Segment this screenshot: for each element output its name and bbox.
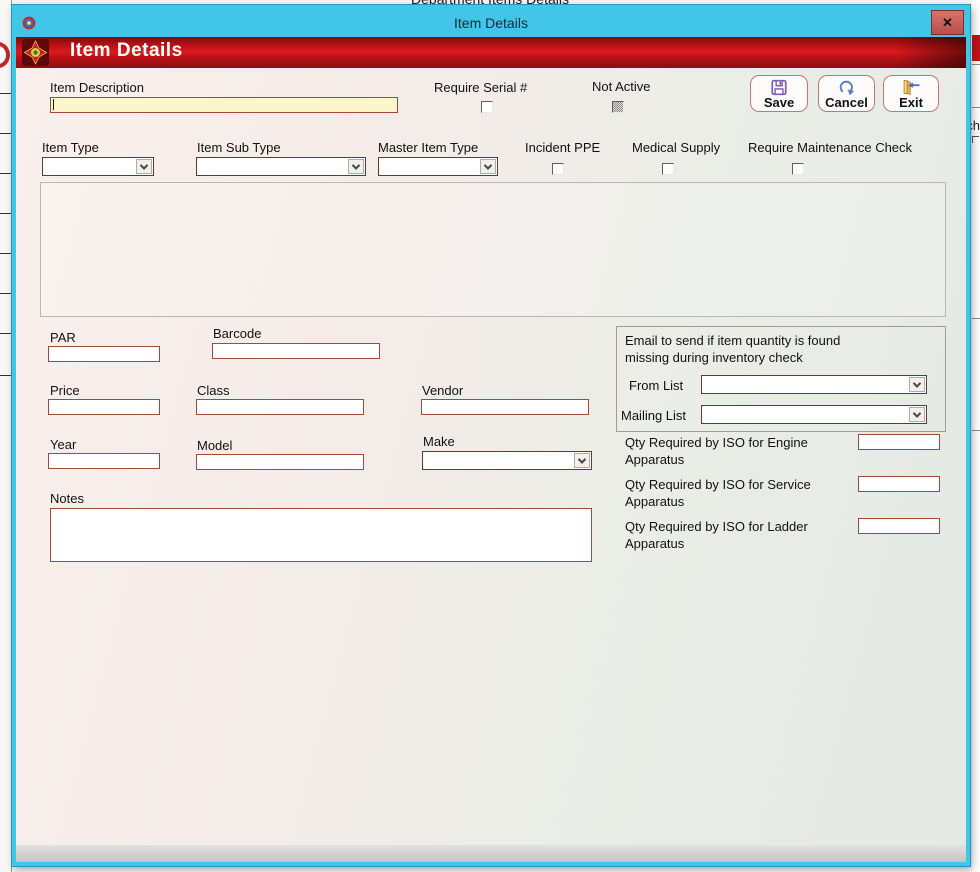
notes-textarea[interactable] xyxy=(50,508,592,562)
qty-service-label-line2: Apparatus xyxy=(625,494,684,509)
item-sub-type-label: Item Sub Type xyxy=(197,140,281,155)
from-list-dropdown[interactable] xyxy=(701,375,927,394)
year-label: Year xyxy=(50,437,76,452)
class-input[interactable] xyxy=(196,399,364,415)
dialog-bottom-shading xyxy=(16,845,966,862)
barcode-label: Barcode xyxy=(213,326,261,341)
form-content: Item Description Require Serial # Not Ac… xyxy=(16,68,966,862)
price-input[interactable] xyxy=(48,399,160,415)
incident-ppe-label: Incident PPE xyxy=(525,140,600,155)
close-button[interactable]: ✕ xyxy=(931,10,964,35)
background-right-sliver: ch xyxy=(972,0,980,872)
item-type-label: Item Type xyxy=(42,140,99,155)
item-sub-type-dropdown[interactable] xyxy=(196,157,366,176)
exit-door-icon xyxy=(901,79,921,96)
qty-ladder-label-line1: Qty Required by ISO for Ladder xyxy=(625,519,808,534)
incident-ppe-checkbox[interactable] xyxy=(552,163,564,175)
require-maintenance-label: Require Maintenance Check xyxy=(748,140,912,155)
item-details-dialog: Item Details ✕ Item Details Item Descrip… xyxy=(12,5,970,866)
qty-ladder-input[interactable] xyxy=(858,518,940,534)
class-label: Class xyxy=(197,383,230,398)
qty-engine-label-line2: Apparatus xyxy=(625,452,684,467)
barcode-input[interactable] xyxy=(212,343,380,359)
mailing-list-label: Mailing List xyxy=(621,408,686,423)
chevron-down-icon[interactable] xyxy=(909,377,925,392)
qty-service-input[interactable] xyxy=(858,476,940,492)
email-panel-text-line1: Email to send if item quantity is found xyxy=(625,333,840,348)
require-serial-label: Require Serial # xyxy=(434,80,527,95)
email-panel-text-line2: missing during inventory check xyxy=(625,350,803,365)
vendor-input[interactable] xyxy=(421,399,589,415)
header-banner: Item Details xyxy=(16,37,966,68)
cancel-button[interactable]: Cancel xyxy=(818,75,875,112)
item-type-dropdown[interactable] xyxy=(42,157,154,176)
item-description-input[interactable] xyxy=(50,97,398,113)
background-clipped-checkbox xyxy=(972,136,979,143)
master-item-type-label: Master Item Type xyxy=(378,140,478,155)
medical-supply-checkbox[interactable] xyxy=(662,163,674,175)
year-input[interactable] xyxy=(48,453,160,469)
save-button-label: Save xyxy=(751,95,807,110)
cancel-button-label: Cancel xyxy=(819,95,874,110)
notes-label: Notes xyxy=(50,491,84,506)
master-item-type-dropdown[interactable] xyxy=(378,157,498,176)
app-emblem-icon xyxy=(22,16,36,30)
medical-supply-label: Medical Supply xyxy=(632,140,720,155)
email-notification-panel: Email to send if item quantity is found … xyxy=(616,326,946,432)
chevron-down-icon[interactable] xyxy=(480,159,496,174)
dialog-titlebar[interactable]: Item Details ✕ xyxy=(16,9,966,37)
text-caret xyxy=(53,99,54,110)
chevron-down-icon[interactable] xyxy=(136,159,152,174)
exit-button[interactable]: Exit xyxy=(883,75,939,112)
save-floppy-icon xyxy=(770,79,788,96)
dialog-title: Item Details xyxy=(16,15,966,31)
qty-service-label-line1: Qty Required by ISO for Service xyxy=(625,477,811,492)
qty-engine-input[interactable] xyxy=(858,434,940,450)
chevron-down-icon[interactable] xyxy=(348,159,364,174)
not-active-checkbox[interactable] xyxy=(612,101,624,113)
from-list-label: From List xyxy=(629,378,683,393)
make-dropdown[interactable] xyxy=(422,451,592,470)
par-label: PAR xyxy=(50,330,76,345)
par-input[interactable] xyxy=(48,346,160,362)
chevron-down-icon[interactable] xyxy=(909,407,925,422)
price-label: Price xyxy=(50,383,80,398)
exit-button-label: Exit xyxy=(884,95,938,110)
make-label: Make xyxy=(423,434,455,449)
model-label: Model xyxy=(197,438,232,453)
background-logo-fragment xyxy=(0,42,10,68)
background-left-sliver xyxy=(0,0,12,872)
page-title: Item Details xyxy=(70,40,183,62)
fire-department-logo-icon xyxy=(22,39,49,66)
cancel-undo-icon xyxy=(838,79,856,96)
mailing-list-dropdown[interactable] xyxy=(701,405,927,424)
save-button[interactable]: Save xyxy=(750,75,808,112)
qty-engine-label-line1: Qty Required by ISO for Engine xyxy=(625,435,808,450)
qty-ladder-label-line2: Apparatus xyxy=(625,536,684,551)
item-description-label: Item Description xyxy=(50,80,144,95)
vendor-label: Vendor xyxy=(422,383,463,398)
item-detail-list-box[interactable] xyxy=(40,182,946,317)
require-maintenance-checkbox[interactable] xyxy=(792,163,804,175)
require-serial-checkbox[interactable] xyxy=(481,101,493,113)
not-active-label: Not Active xyxy=(592,79,651,94)
chevron-down-icon[interactable] xyxy=(574,453,590,468)
model-input[interactable] xyxy=(196,454,364,470)
